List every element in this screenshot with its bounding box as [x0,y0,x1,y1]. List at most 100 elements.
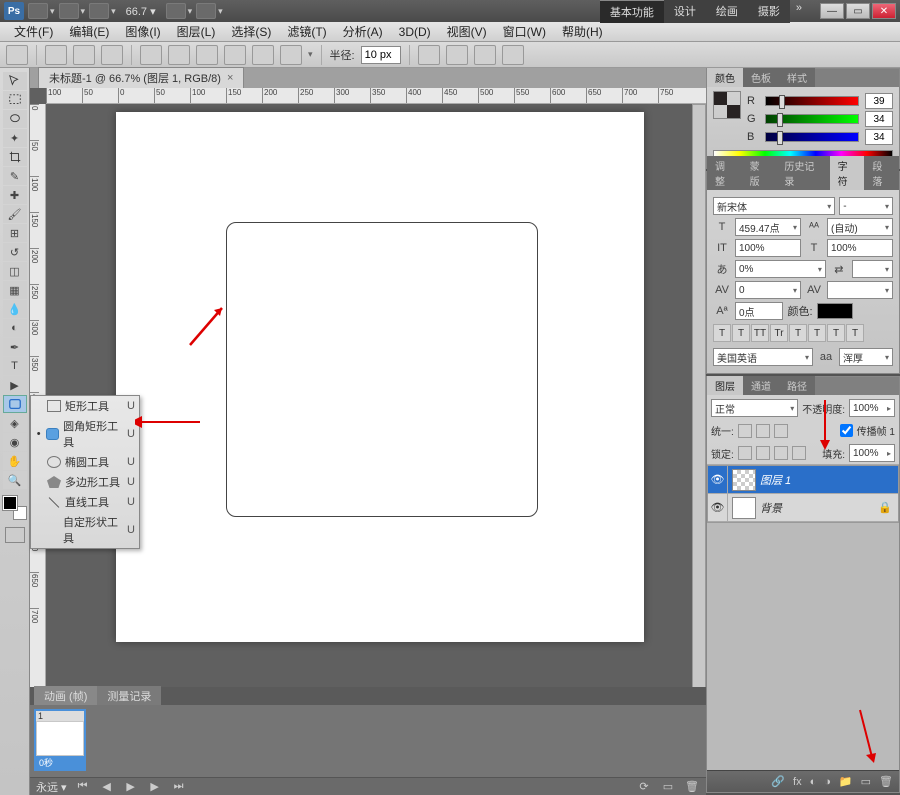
healing-tool[interactable]: ✚ [3,186,27,204]
menu-file[interactable]: 文件(F) [6,21,61,42]
tab-adjustments[interactable]: 调整 [707,156,742,190]
delete-layer-icon[interactable]: 🗑 [879,775,893,788]
visibility-toggle[interactable]: 👁 [708,494,728,521]
next-frame-button[interactable]: ▶ [147,780,163,794]
radius-input[interactable] [361,46,401,64]
flyout-item-poly[interactable]: 多边形工具U [31,472,139,492]
brush-tool[interactable]: 🖌 [3,205,27,223]
frame-delay[interactable]: 0秒 [36,756,84,769]
link-layers-icon[interactable]: 🔗 [771,775,785,788]
crop-tool[interactable] [3,148,27,166]
document-close-icon[interactable]: × [227,72,233,84]
layer-name[interactable]: 背景 [760,500,878,516]
unify-position-icon[interactable] [738,424,752,438]
lock-position-icon[interactable] [774,446,788,460]
layer-row[interactable]: 👁 图层 1 [708,466,898,494]
shape-layers-icon[interactable] [45,45,67,65]
g-value[interactable] [865,111,893,127]
flyout-item-ellipse[interactable]: 椭圆工具U [31,452,139,472]
viewextras-icon[interactable] [89,3,109,19]
path-select-tool[interactable]: ▶ [3,376,27,394]
tab-styles[interactable]: 样式 [779,68,815,87]
scrollbar-vertical[interactable] [692,104,706,735]
loop-selector[interactable]: 永远 ▾ [36,779,67,795]
r-slider[interactable] [765,96,859,106]
dodge-tool[interactable]: ◐ [3,319,27,337]
flyout-item-line[interactable]: 直线工具U [31,492,139,512]
prev-frame-button[interactable]: ◀ [99,780,115,794]
tab-layers[interactable]: 图层 [707,376,743,395]
gradient-tool[interactable]: ▦ [3,281,27,299]
shape-ellipse-icon[interactable] [196,45,218,65]
workspace-more[interactable]: » [790,0,808,23]
g-slider[interactable] [765,114,859,124]
opacity-input[interactable]: 100%▸ [849,399,895,417]
foreground-color[interactable] [3,496,17,510]
color-preview[interactable] [713,91,741,119]
shape-custom-icon[interactable] [280,45,302,65]
arrange-icon[interactable] [166,3,186,19]
style-super[interactable]: T [789,324,807,342]
close-button[interactable]: ✕ [872,3,896,19]
layer-row[interactable]: 👁 背景 🔒 [708,494,898,522]
new-frame-button[interactable]: ▭ [660,780,676,794]
style-strike[interactable]: T [846,324,864,342]
history-brush-tool[interactable]: ↺ [3,243,27,261]
fill-input[interactable]: 100%▸ [849,444,895,462]
bridge-icon[interactable] [28,3,48,19]
lock-transparency-icon[interactable] [738,446,752,460]
kerning-select[interactable]: 0%▾ [735,260,826,278]
tracking-select[interactable]: ▾ [852,260,893,278]
combine-subtract-icon[interactable] [446,45,468,65]
r-value[interactable] [865,93,893,109]
3d-tool[interactable]: ◈ [3,414,27,432]
combine-add-icon[interactable] [418,45,440,65]
style-sub[interactable]: T [808,324,826,342]
canvas[interactable] [116,112,644,642]
tab-color[interactable]: 颜色 [707,68,743,87]
tween-button[interactable]: ⟳ [636,780,652,794]
menu-3d[interactable]: 3D(D) [391,23,439,41]
adjustment-layer-icon[interactable]: ◑ [824,776,831,788]
shape-tool[interactable] [3,395,27,413]
style-underline[interactable]: T [827,324,845,342]
tab-animation[interactable]: 动画 (帧) [34,686,97,706]
flyout-item-rrect[interactable]: 圆角矩形工具U [31,416,139,452]
menu-layer[interactable]: 图层(L) [169,21,224,42]
b-slider[interactable] [765,132,859,142]
font-style-select[interactable]: -▾ [839,197,893,215]
zoom-tool[interactable]: 🔍 [3,471,27,489]
flyout-item-rect[interactable]: 矩形工具U [31,396,139,416]
font-family-select[interactable]: 新宋体▾ [713,197,835,215]
workspace-photography[interactable]: 摄影 [748,0,790,23]
shape-rect-icon[interactable] [140,45,162,65]
lock-all-icon[interactable] [792,446,806,460]
shape-line-icon[interactable] [252,45,274,65]
propagate-checkbox[interactable] [840,424,853,437]
marquee-tool[interactable] [3,91,27,109]
shape-rrect-icon[interactable] [168,45,190,65]
layer-name[interactable]: 图层 1 [760,472,898,488]
layer-thumbnail[interactable] [732,469,756,491]
lasso-tool[interactable] [3,110,27,128]
paths-icon[interactable] [73,45,95,65]
unify-visibility-icon[interactable] [756,424,770,438]
maximize-button[interactable]: ▭ [846,3,870,19]
canvas-viewport[interactable] [46,104,690,735]
tab-history[interactable]: 历史记录 [776,156,829,190]
tool-preset-icon[interactable] [6,45,28,65]
tab-masks[interactable]: 蒙版 [742,156,777,190]
screenmode-icon[interactable] [196,3,216,19]
play-button[interactable]: ▶ [123,780,139,794]
minimize-button[interactable]: — [820,3,844,19]
b-value[interactable] [865,129,893,145]
menu-help[interactable]: 帮助(H) [554,21,611,42]
hand-tool[interactable]: ✋ [3,452,27,470]
workspace-essentials[interactable]: 基本功能 [600,0,664,23]
minibridge-icon[interactable] [59,3,79,19]
first-frame-button[interactable]: ⏮ [75,780,91,794]
menu-select[interactable]: 选择(S) [223,21,279,42]
style-italic[interactable]: T [732,324,750,342]
move-tool[interactable] [3,72,27,90]
ruler-horizontal[interactable]: 1005005010015020025030035040045050055060… [46,88,706,104]
